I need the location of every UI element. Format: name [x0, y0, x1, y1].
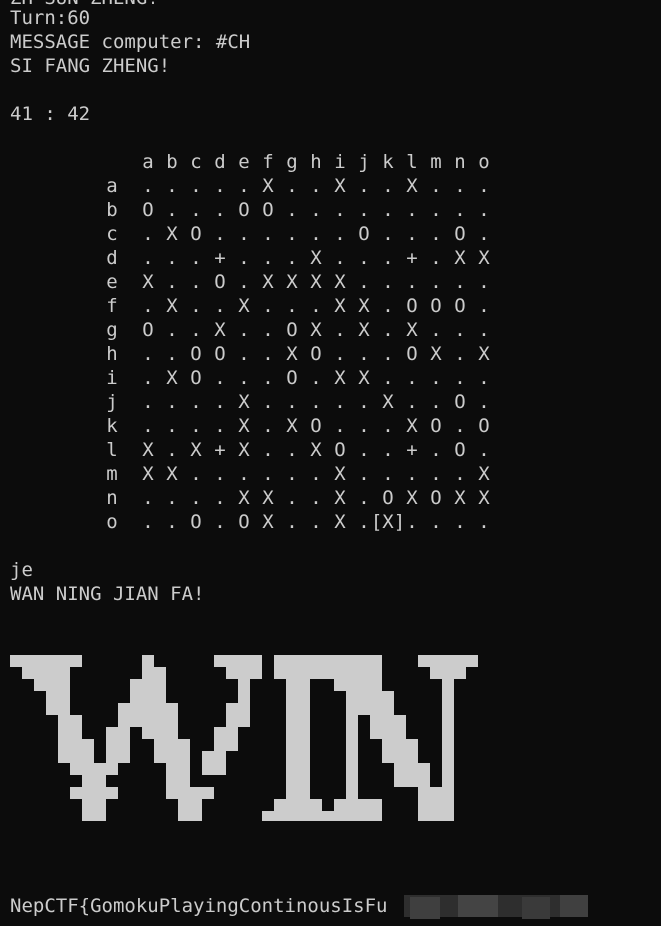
- flag-line: NepCTF{GomokuPlayingContinousIsFu: [10, 895, 388, 917]
- win-banner-art: [10, 655, 478, 821]
